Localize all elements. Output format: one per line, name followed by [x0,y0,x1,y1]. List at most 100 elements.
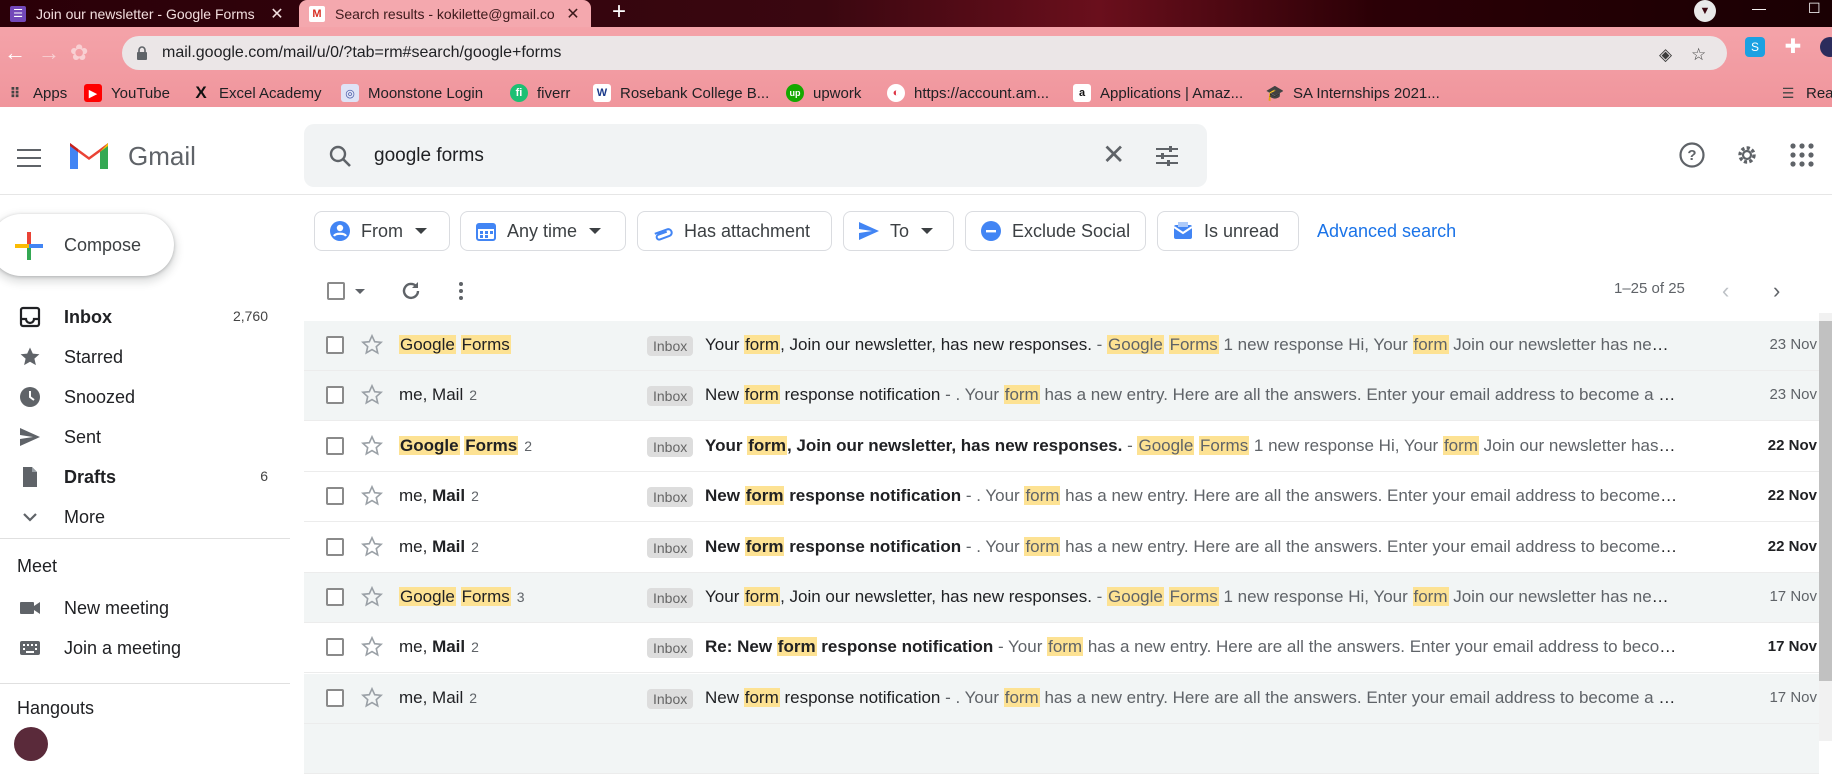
row-checkbox[interactable] [326,638,344,656]
row-checkbox[interactable] [326,437,344,455]
sidebar-item-more[interactable]: More [0,496,290,536]
sender-name: Google Forms 2 [399,436,532,456]
row-checkbox[interactable] [326,487,344,505]
row-checkbox[interactable] [326,689,344,707]
search-icon[interactable] [328,144,352,168]
sidebar-item-join-meeting[interactable]: Join a meeting [0,627,290,667]
bookmark-upwork[interactable]: up upwork [786,79,861,107]
bookmark-rosebank[interactable]: W Rosebank College B... [593,79,769,107]
reading-list[interactable]: ☰ Rea [1779,79,1832,107]
close-icon[interactable]: ✕ [269,4,285,24]
forward-icon[interactable]: → [38,40,60,66]
google-apps-icon[interactable] [1788,141,1816,169]
filter-any-time[interactable]: Any time [460,211,626,251]
bookmark-amazon[interactable]: a Applications | Amaz... [1073,79,1243,107]
help-icon[interactable]: ? [1678,141,1706,169]
bookmark-fiverr[interactable]: fi fiverr [510,79,570,107]
inbox-label-badge[interactable]: Inbox [647,538,694,558]
more-vert-icon[interactable] [455,280,467,302]
prev-page-icon[interactable]: ‹ [1722,278,1729,304]
refresh-icon[interactable] [400,280,422,302]
filter-has-attachment[interactable]: Has attachment [637,211,832,251]
table-row[interactable]: Google Forms 2 Inbox Your form, Join our ne… [304,422,1819,472]
row-checkbox[interactable] [326,386,344,404]
bookmark-youtube[interactable]: ▶ YouTube [84,79,170,107]
filter-exclude-social[interactable]: Exclude Social [965,211,1146,251]
eye-slash-icon[interactable]: ◈ [1659,45,1672,65]
extensions-puzzle-icon[interactable]: ✚ [1783,37,1803,57]
sidebar-item-starred[interactable]: Starred [0,336,290,376]
maximize-icon[interactable]: ☐ [1808,0,1821,16]
minimize-icon[interactable]: — [1752,0,1766,16]
star-icon[interactable] [361,384,383,406]
row-checkbox[interactable] [326,588,344,606]
inbox-label-badge[interactable]: Inbox [647,689,694,709]
table-row[interactable]: me, Mail 2 Inbox New form response notifica… [304,371,1819,421]
star-icon[interactable] [361,435,383,457]
sidebar-item-sent[interactable]: Sent [0,416,290,456]
star-icon[interactable] [361,586,383,608]
inbox-label-badge[interactable]: Inbox [647,638,694,658]
inbox-label-badge[interactable]: Inbox [647,437,694,457]
close-icon[interactable]: ✕ [565,4,581,24]
inbox-label-badge[interactable]: Inbox [647,588,694,608]
search-options-icon[interactable] [1154,144,1180,168]
subject-text: New [705,688,744,707]
bookmark-moonstone[interactable]: ◎ Moonstone Login [341,79,483,107]
bookmark-apps[interactable]: ⠿ Apps [6,79,68,107]
tab-search-icon[interactable]: ▼ [1694,0,1716,22]
email-snippet: - . Your form has a new entry. Here are … [940,688,1680,707]
table-row[interactable]: Google Forms 3 Inbox Your form, Join our ne… [304,573,1819,623]
bookmark-excel-academy[interactable]: X Excel Academy [192,79,321,107]
browser-tab-gmail[interactable]: M Search results - kokilette@gmail.com ✕ [299,0,591,27]
back-icon[interactable]: ← [4,40,26,66]
next-page-icon[interactable]: › [1773,278,1780,304]
bookmark-account[interactable]: ◐ https://account.am... [887,79,1049,107]
sidebar-item-drafts[interactable]: Drafts 6 [0,456,290,496]
new-tab-button[interactable]: + [603,0,635,25]
skype-extension-icon[interactable]: S [1745,37,1765,57]
clear-search-icon[interactable]: ✕ [1102,141,1125,169]
main-menu-icon[interactable] [17,149,41,167]
table-row[interactable]: Google Forms Inbox Your form, Join our new… [304,321,1819,371]
compose-button[interactable]: Compose [0,214,174,276]
advanced-search-link[interactable]: Advanced search [1317,221,1456,242]
sidebar-item-new-meeting[interactable]: New meeting [0,587,290,627]
bookmark-sa-internships[interactable]: 🎓 SA Internships 2021... [1266,79,1440,107]
inbox-label-badge[interactable]: Inbox [647,386,694,406]
inbox-label-badge[interactable]: Inbox [647,336,694,356]
row-checkbox[interactable] [326,336,344,354]
hangouts-avatar[interactable] [14,727,48,761]
select-dropdown-icon[interactable] [355,289,365,294]
table-row[interactable]: me, Mail 2 Inbox Re: New form response noti… [304,623,1819,673]
reading-list-icon: ☰ [1781,84,1795,101]
search-input[interactable] [374,142,1054,170]
thread-count: 2 [471,539,479,555]
star-icon[interactable] [361,334,383,356]
bookmark-star-icon[interactable]: ☆ [1691,45,1706,65]
settings-gear-icon[interactable] [1733,141,1761,169]
sidebar-item-snoozed[interactable]: Snoozed [0,376,290,416]
filter-to[interactable]: To [843,211,954,251]
apps-grid-icon: ⠿ [9,84,21,101]
table-row[interactable]: me, Mail 2 Inbox New form response notifica… [304,472,1819,522]
filter-is-unread[interactable]: Is unread [1157,211,1299,251]
table-row[interactable]: me, Mail 2 Inbox New form response notifica… [304,523,1819,573]
sender-text: Mail [432,537,466,556]
sidebar-item-inbox[interactable]: Inbox 2,760 [0,296,290,336]
table-row[interactable] [304,724,1819,774]
address-bar[interactable]: mail.google.com/mail/u/0/?tab=rm#search/… [122,36,1727,70]
inbox-label-badge[interactable]: Inbox [647,487,694,507]
filter-from[interactable]: From [314,211,450,251]
row-checkbox[interactable] [326,538,344,556]
profile-avatar[interactable] [1820,37,1832,57]
star-icon[interactable] [361,687,383,709]
table-row[interactable]: me, Mail 2 Inbox New form response notifica… [304,674,1819,724]
reload-icon[interactable]: ✿ [70,40,88,66]
star-icon[interactable] [361,536,383,558]
scrollbar-thumb[interactable] [1819,321,1832,681]
browser-tab-forms[interactable]: ☰ Join our newsletter - Google Forms ✕ [0,0,295,27]
star-icon[interactable] [361,636,383,658]
select-all-checkbox[interactable] [327,282,345,300]
star-icon[interactable] [361,485,383,507]
